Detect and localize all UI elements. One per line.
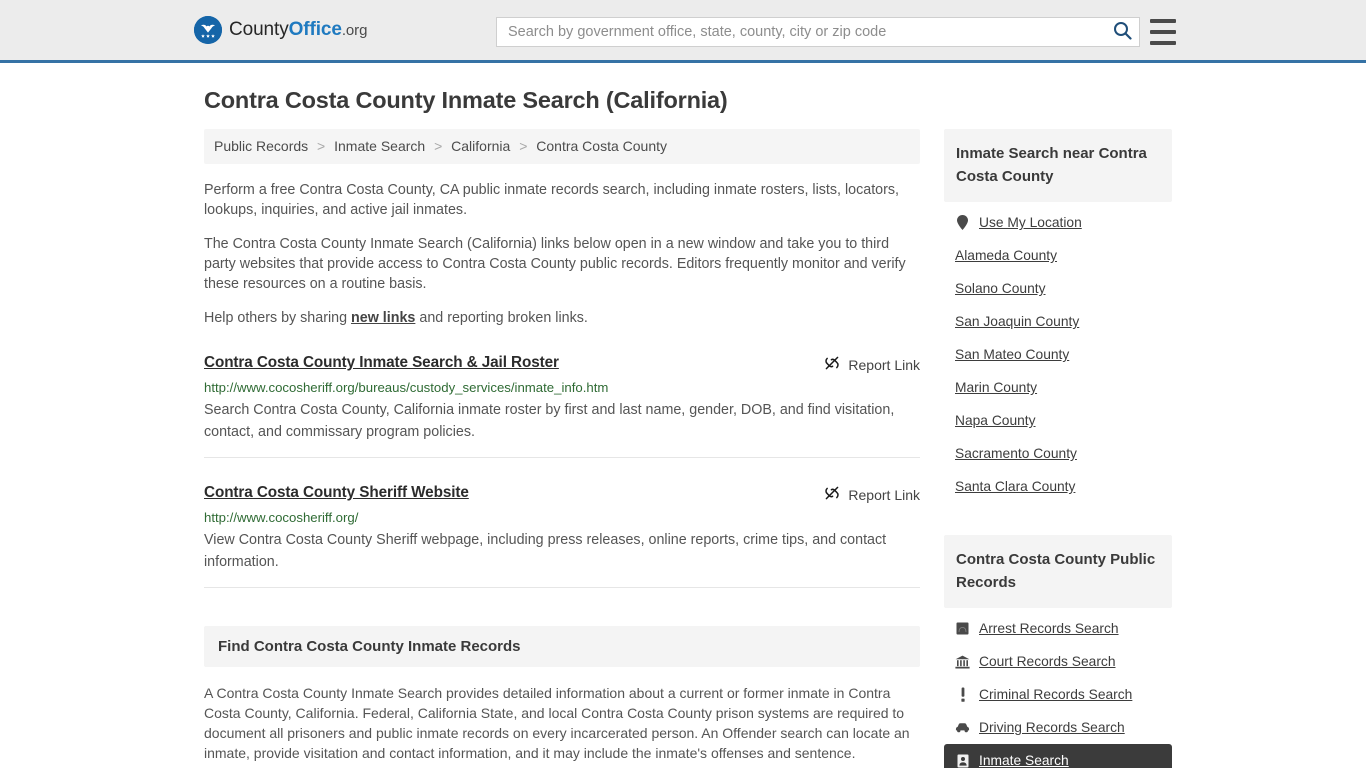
new-links-link[interactable]: new links	[351, 310, 415, 326]
breadcrumb-separator: >	[317, 138, 326, 154]
hamburger-menu-button[interactable]	[1150, 19, 1176, 45]
report-link-button[interactable]: Report Link	[824, 355, 920, 374]
result-item: Contra Costa County Inmate Search & Jail…	[204, 354, 920, 458]
sidebar-item-label: Santa Clara County	[955, 479, 1076, 494]
sidebar-item-sacramento-county[interactable]: Sacramento County	[944, 437, 1172, 470]
result-item: Contra Costa County Sheriff Website Repo…	[204, 484, 920, 588]
report-link-button[interactable]: Report Link	[824, 485, 920, 504]
page-title: Contra Costa County Inmate Search (Calif…	[204, 87, 728, 113]
result-header: Contra Costa County Sheriff Website Repo…	[204, 484, 920, 504]
intro-paragraph-3: Help others by sharing new links and rep…	[204, 308, 920, 328]
breadcrumb: Public Records > Inmate Search > Califor…	[204, 129, 920, 164]
sidebar-public-records-list: Arrest Records Search Court Records Sear…	[944, 612, 1172, 768]
sidebar-item-santa-clara-county[interactable]: Santa Clara County	[944, 470, 1172, 503]
result-title-link[interactable]: Contra Costa County Sheriff Website	[204, 484, 469, 502]
sidebar-item-label: Arrest Records Search	[979, 621, 1119, 636]
main-column: Public Records > Inmate Search > Califor…	[204, 129, 920, 768]
sidebar-item-label: Court Records Search	[979, 654, 1116, 669]
broken-link-icon	[824, 485, 840, 504]
sidebar-item-label: Alameda County	[955, 248, 1058, 263]
sidebar-item-use-my-location[interactable]: Use My Location	[944, 206, 1172, 239]
sidebar-item-label: Sacramento County	[955, 446, 1077, 461]
sidebar-item-marin-county[interactable]: Marin County	[944, 371, 1172, 404]
sidebar-item-san-joaquin-county[interactable]: San Joaquin County	[944, 305, 1172, 338]
content-columns: Public Records > Inmate Search > Califor…	[0, 129, 1366, 768]
result-description: Search Contra Costa County, California i…	[204, 402, 895, 440]
breadcrumb-item-california[interactable]: California	[451, 138, 510, 154]
share-text-after: and reporting broken links.	[415, 310, 588, 326]
breadcrumb-separator: >	[519, 138, 528, 154]
result-header: Contra Costa County Inmate Search & Jail…	[204, 354, 920, 374]
eagle-seal-logo-icon	[194, 16, 222, 44]
sidebar-item-label: Inmate Search	[979, 753, 1069, 768]
breadcrumb-item-inmate-search[interactable]: Inmate Search	[334, 138, 425, 154]
sidebar-public-records-heading: Contra Costa County Public Records	[944, 535, 1172, 608]
brand-part-tld: .org	[341, 22, 368, 39]
hamburger-menu-icon	[1150, 41, 1176, 45]
sidebar-item-court-records-search[interactable]: Court Records Search	[944, 645, 1172, 678]
hamburger-menu-icon	[1150, 19, 1176, 23]
fingerprint-card-icon	[955, 621, 970, 636]
search-button[interactable]	[1105, 18, 1139, 46]
map-pin-icon	[955, 215, 970, 230]
brand-part-office: Office	[288, 19, 342, 40]
breadcrumb-separator: >	[434, 138, 443, 154]
sidebar-nearby-heading: Inmate Search near Contra Costa County	[944, 129, 1172, 202]
page-container: Contra Costa County Inmate Search (Calif…	[0, 87, 1366, 768]
breadcrumb-item-public-records[interactable]: Public Records	[214, 138, 308, 154]
sidebar-item-label: Napa County	[955, 413, 1036, 428]
sidebar-item-label: Use My Location	[979, 215, 1082, 230]
courthouse-icon	[955, 654, 970, 669]
sidebar-item-san-mateo-county[interactable]: San Mateo County	[944, 338, 1172, 371]
sidebar-item-inmate-search[interactable]: Inmate Search	[944, 744, 1172, 768]
hamburger-menu-icon	[1150, 30, 1176, 34]
find-records-body: A Contra Costa County Inmate Search prov…	[204, 683, 920, 768]
sidebar-item-criminal-records-search[interactable]: Criminal Records Search	[944, 678, 1172, 711]
sidebar-item-label: San Joaquin County	[955, 314, 1080, 329]
sidebar-nearby-list: Use My Location Alameda County Solano Co…	[944, 206, 1172, 503]
brand-part-county: County	[229, 19, 289, 40]
sidebar: Inmate Search near Contra Costa County U…	[944, 129, 1172, 768]
find-records-paragraph: A Contra Costa County Inmate Search prov…	[204, 685, 910, 761]
sidebar-item-napa-county[interactable]: Napa County	[944, 404, 1172, 437]
site-logo-wordmark: CountyOffice.org	[229, 19, 367, 41]
sidebar-item-alameda-county[interactable]: Alameda County	[944, 239, 1172, 272]
result-description: View Contra Costa County Sheriff webpage…	[204, 532, 887, 570]
sidebar-item-label: Driving Records Search	[979, 720, 1125, 735]
sidebar-item-label: San Mateo County	[955, 347, 1070, 362]
report-link-label: Report Link	[848, 486, 920, 503]
search-icon	[1113, 21, 1132, 43]
inmate-id-icon	[955, 753, 970, 768]
find-records-heading: Find Contra Costa County Inmate Records	[204, 626, 920, 667]
site-header: CountyOffice.org	[0, 0, 1366, 63]
search-bar	[496, 17, 1140, 47]
share-text-before: Help others by sharing	[204, 310, 352, 326]
result-title-link[interactable]: Contra Costa County Inmate Search & Jail…	[204, 354, 559, 372]
sidebar-item-driving-records-search[interactable]: Driving Records Search	[944, 711, 1172, 744]
broken-link-icon	[824, 355, 840, 374]
sidebar-item-label: Criminal Records Search	[979, 687, 1133, 702]
site-logo[interactable]: CountyOffice.org	[194, 16, 367, 44]
sidebar-item-solano-county[interactable]: Solano County	[944, 272, 1172, 305]
sidebar-item-arrest-records-search[interactable]: Arrest Records Search	[944, 612, 1172, 645]
sidebar-item-label: Solano County	[955, 281, 1046, 296]
breadcrumb-item-contra-costa-county[interactable]: Contra Costa County	[536, 138, 667, 154]
exclamation-icon	[955, 687, 970, 702]
report-link-label: Report Link	[848, 356, 920, 373]
car-icon	[955, 720, 970, 735]
intro-paragraph-1: Perform a free Contra Costa County, CA p…	[204, 182, 900, 218]
result-url: http://www.cocosheriff.org/bureaus/custo…	[204, 380, 609, 395]
intro-text: Perform a free Contra Costa County, CA p…	[204, 180, 920, 328]
intro-paragraph-2: The Contra Costa County Inmate Search (C…	[204, 236, 906, 292]
sidebar-item-label: Marin County	[955, 380, 1038, 395]
result-url: http://www.cocosheriff.org/	[204, 510, 359, 525]
search-input[interactable]	[497, 18, 1105, 46]
